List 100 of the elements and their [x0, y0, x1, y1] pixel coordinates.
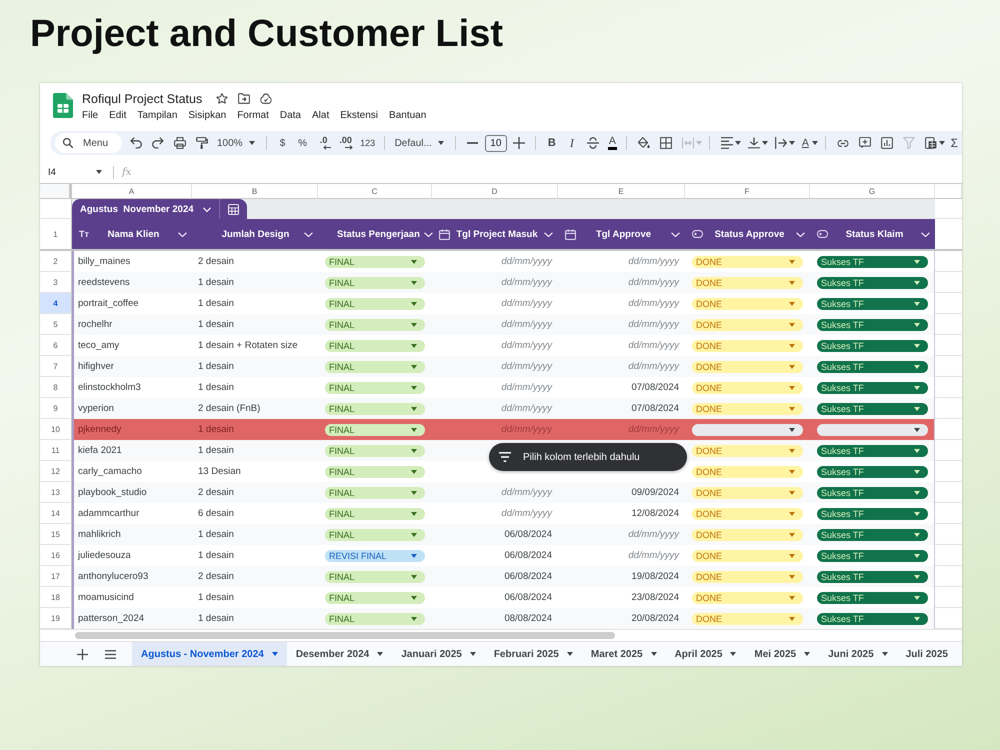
row-number[interactable]: 11	[40, 440, 72, 461]
sheet-tab[interactable]: Februari 2025	[484, 642, 582, 666]
status-chip[interactable]: DONE	[692, 612, 803, 624]
row-number[interactable]: 14	[40, 503, 72, 524]
status-chip[interactable]: DONE	[692, 528, 803, 540]
status-chip[interactable]: DONE	[692, 592, 803, 604]
decrease-decimal-button[interactable]: .0	[312, 133, 335, 153]
caret-icon[interactable]	[734, 141, 741, 145]
date-field[interactable]: dd/mm/yyyy	[432, 377, 558, 398]
menu-item[interactable]: Alat	[312, 110, 330, 121]
row-number[interactable]: 7	[40, 356, 72, 377]
status-chip[interactable]: FINAL	[325, 340, 425, 352]
minus-icon[interactable]	[467, 142, 478, 144]
chart-icon[interactable]	[880, 137, 893, 149]
row-number[interactable]: 12	[40, 461, 72, 482]
status-chip[interactable]: Sukses TF	[817, 528, 928, 540]
date-field[interactable]: dd/mm/yyyy	[558, 545, 685, 566]
row-number[interactable]: 9	[40, 398, 72, 419]
sheet-tab[interactable]: Agustus - November 2024	[132, 642, 287, 666]
status-chip[interactable]: Sukses TF	[817, 402, 928, 414]
status-chip[interactable]: Sukses TF	[817, 550, 928, 562]
percent-format-button[interactable]: %	[292, 133, 313, 153]
star-icon[interactable]	[216, 93, 228, 104]
status-chip[interactable]: Sukses TF	[817, 444, 928, 456]
plus-icon[interactable]	[512, 137, 525, 149]
menu-item[interactable]: Edit	[109, 110, 126, 121]
status-chip[interactable]: Sukses TF	[817, 508, 928, 520]
chevron-icon[interactable]	[424, 232, 433, 236]
status-chip[interactable]: FINAL	[325, 592, 425, 604]
status-chip[interactable]: FINAL	[325, 570, 425, 582]
status-chip[interactable]: DONE	[692, 570, 803, 582]
date-field[interactable]: dd/mm/yyyy	[558, 251, 685, 272]
table-view-icon[interactable]	[924, 137, 937, 149]
status-chip[interactable]: FINAL	[325, 298, 425, 310]
paint-bucket-icon[interactable]	[638, 137, 650, 149]
sheet-tab[interactable]: Desember 2024	[286, 642, 392, 666]
status-chip[interactable]: DONE	[692, 298, 803, 310]
row-number[interactable]: 18	[40, 587, 72, 608]
status-chip[interactable]: Sukses TF	[817, 570, 928, 582]
caret-icon[interactable]	[762, 141, 768, 145]
status-chip[interactable]: FINAL	[325, 382, 425, 394]
row-number[interactable]: 16	[40, 545, 72, 566]
date-field[interactable]: dd/mm/yyyy	[432, 335, 558, 356]
chevron-icon[interactable]	[796, 232, 805, 236]
status-chip[interactable]: DONE	[692, 318, 803, 330]
status-chip[interactable]: DONE	[692, 486, 803, 498]
status-chip[interactable]	[692, 424, 803, 436]
undo-icon[interactable]	[130, 137, 142, 149]
status-chip[interactable]: Sukses TF	[817, 298, 928, 310]
status-chip[interactable]: Sukses TF	[817, 466, 928, 478]
sheet-tab[interactable]: Juli 2025	[896, 642, 957, 666]
row-number[interactable]: 13	[40, 482, 72, 503]
increase-decimal-button[interactable]: .00	[334, 133, 357, 153]
italic-button[interactable]: I	[562, 133, 582, 153]
status-chip[interactable]: Sukses TF	[817, 256, 928, 268]
status-chip[interactable]: FINAL	[325, 508, 425, 520]
horizontal-scrollbar[interactable]	[75, 632, 615, 639]
status-chip[interactable]: FINAL	[325, 612, 425, 624]
chevron-icon[interactable]	[304, 232, 313, 236]
menu-item[interactable]: Data	[280, 110, 301, 121]
font-dropdown[interactable]: Defaul...	[390, 133, 450, 153]
align-left-icon[interactable]	[720, 137, 733, 149]
document-title[interactable]: Rofiqul Project Status	[82, 92, 202, 106]
name-box-field[interactable]: I4	[40, 162, 108, 182]
chevron-icon[interactable]	[178, 232, 187, 236]
date-field[interactable]: dd/mm/yyyy	[558, 314, 685, 335]
status-chip[interactable]: DONE	[692, 382, 803, 394]
row-number[interactable]: 5	[40, 314, 72, 335]
date-field[interactable]: dd/mm/yyyy	[432, 398, 558, 419]
text-color-button[interactable]: A	[608, 136, 617, 150]
sheet-tab[interactable]: Mei 2025	[745, 642, 820, 666]
date-field[interactable]: dd/mm/yyyy	[432, 251, 558, 272]
font-size-field[interactable]: 10	[484, 134, 507, 152]
status-chip[interactable]: Sukses TF	[817, 612, 928, 624]
chevron-icon[interactable]	[671, 232, 680, 236]
date-field[interactable]: dd/mm/yyyy	[432, 293, 558, 314]
add-icon[interactable]	[77, 648, 88, 660]
status-chip[interactable]: DONE	[692, 256, 803, 268]
status-chip[interactable]: FINAL	[325, 318, 425, 330]
redo-icon[interactable]	[152, 137, 164, 149]
date-field[interactable]: dd/mm/yyyy	[432, 503, 558, 524]
paint-format-icon[interactable]	[196, 137, 208, 149]
currency-format-button[interactable]: $	[272, 133, 293, 153]
text-rotation-button[interactable]: A	[800, 133, 810, 153]
status-chip[interactable]: Sukses TF	[817, 340, 928, 352]
status-chip[interactable]: FINAL	[325, 256, 425, 268]
bold-button[interactable]: B	[542, 133, 562, 153]
status-chip[interactable]: FINAL	[325, 466, 425, 478]
menu-item[interactable]: File	[82, 110, 98, 121]
status-chip[interactable]: FINAL	[325, 360, 425, 372]
table-name-tab[interactable]: Agustus November 2024	[72, 199, 247, 219]
link-icon[interactable]	[836, 140, 849, 146]
caret-icon[interactable]	[788, 141, 795, 145]
date-field[interactable]: dd/mm/yyyy	[432, 272, 558, 293]
status-chip[interactable]: DONE	[692, 466, 803, 478]
menu-search-field[interactable]: Menu	[55, 133, 122, 153]
date-field[interactable]: dd/mm/yyyy	[558, 356, 685, 377]
strikethrough-icon[interactable]	[586, 137, 599, 149]
row-number[interactable]: 15	[40, 524, 72, 545]
chevron-icon[interactable]	[544, 232, 553, 236]
